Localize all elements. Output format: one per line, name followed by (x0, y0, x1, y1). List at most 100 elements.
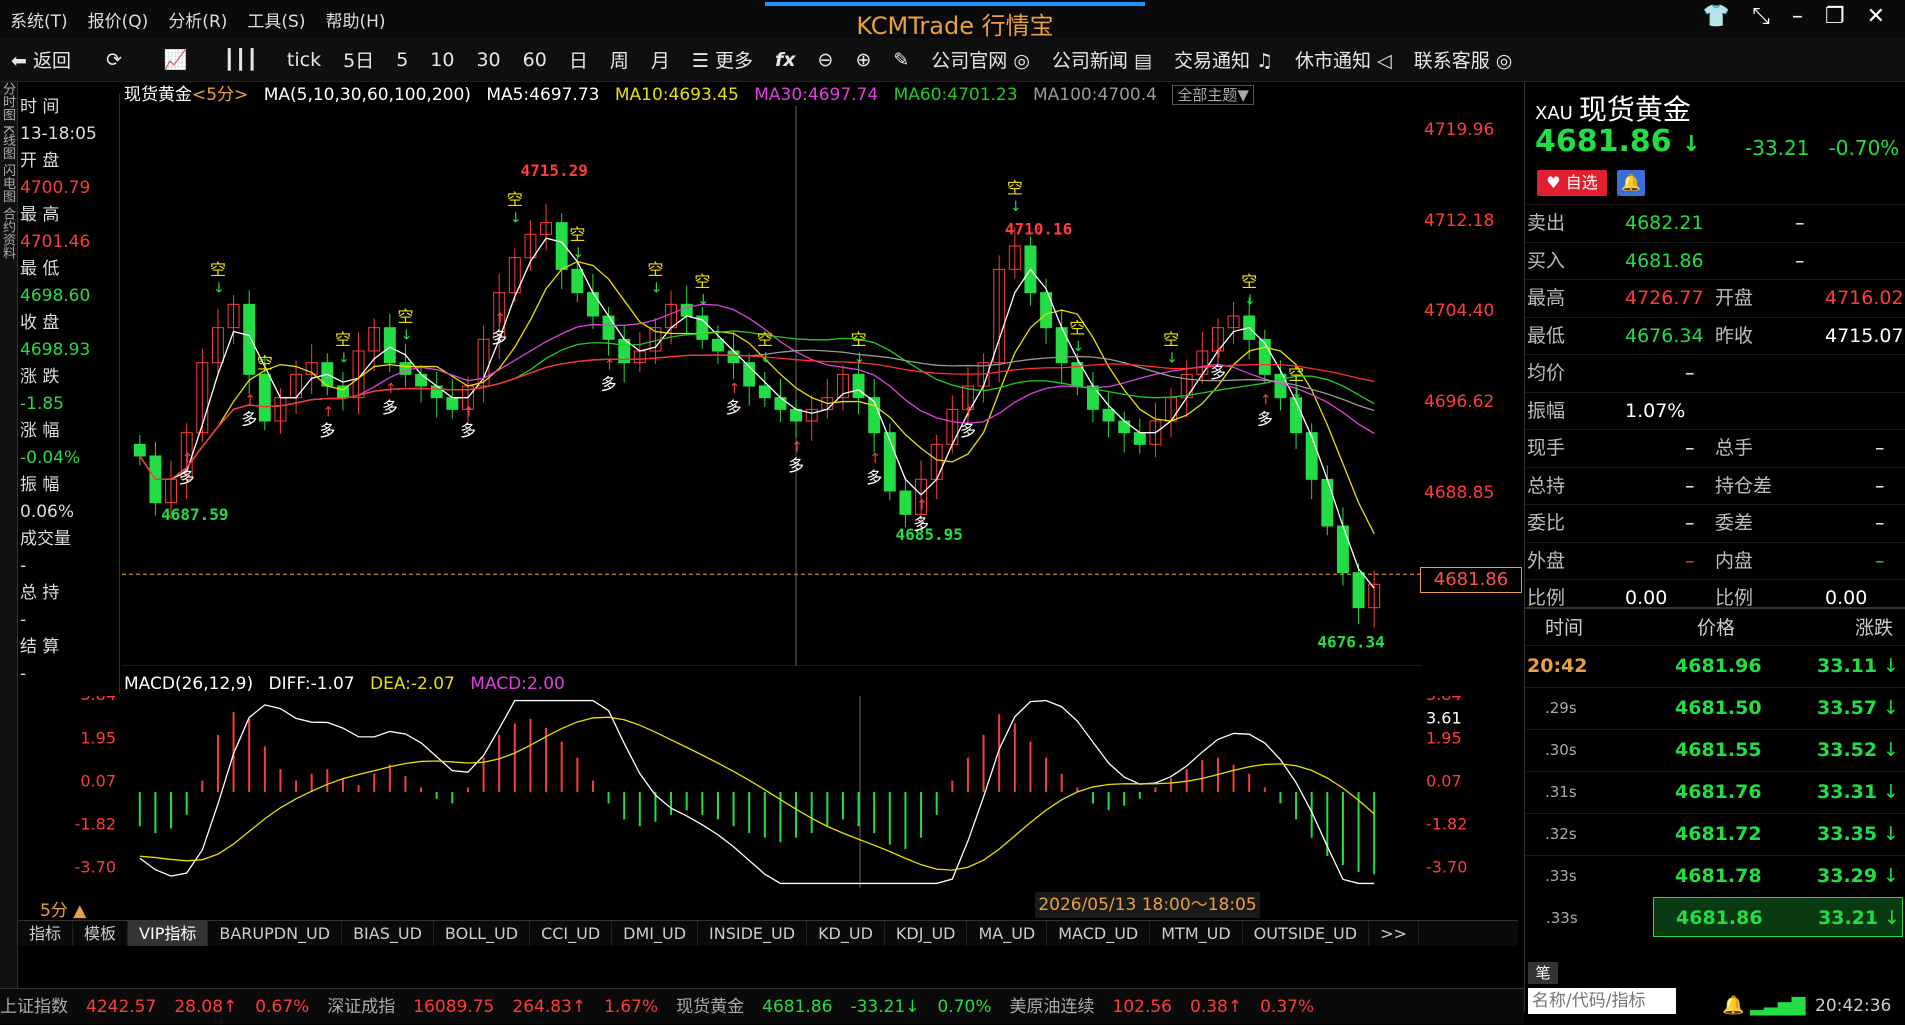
candle-body (790, 408, 803, 422)
add-watchlist-button[interactable]: ♥ 自选 (1537, 170, 1607, 196)
indicator-tab[interactable]: MA_UD (967, 921, 1048, 946)
quote-title: XAU 现货黄金 (1535, 88, 1691, 128)
indicator-tab[interactable]: INSIDE_UD (698, 921, 808, 946)
indicator-tab[interactable]: 模板 (73, 921, 129, 946)
candle-body (1118, 420, 1131, 434)
indicator-tab[interactable]: 指标 (18, 921, 74, 946)
sell-signal: 空 (1069, 319, 1085, 338)
tick-row: .33s 4681.86 33.21 ↓ (1546, 897, 1903, 937)
info-label: 开 盘 (20, 151, 60, 171)
alert-bell-icon[interactable]: 🔔 (1617, 170, 1645, 196)
status-name[interactable]: 深证成指 (327, 997, 395, 1017)
period-label[interactable]: 5分 ▲ (40, 896, 86, 921)
indicator-tab[interactable]: BOLL_UD (434, 921, 531, 946)
indicator-tab[interactable]: BIAS_UD (342, 921, 434, 946)
legend-theme-select[interactable]: 全部主题▼ (1172, 85, 1254, 105)
menu-system[interactable]: 系统(T) (0, 7, 78, 32)
info-label: 振 幅 (20, 475, 60, 495)
search-input[interactable] (1528, 988, 1676, 1014)
period-30min[interactable]: 30 (465, 49, 511, 71)
period-5day[interactable]: 5日 (332, 46, 385, 73)
link-support[interactable]: 联系客服 ◎ (1403, 46, 1524, 73)
quote-value: 1.07% (1625, 399, 1686, 422)
indicator-tab[interactable]: KD_UD (807, 921, 885, 946)
indicator-tab[interactable]: OUTSIDE_UD (1243, 921, 1370, 946)
link-website[interactable]: 公司官网 ◎ (920, 46, 1041, 73)
status-name[interactable]: 现货黄金 (676, 997, 744, 1017)
quote-label: 委比 (1527, 512, 1566, 534)
indicator-tab[interactable]: DMI_UD (612, 921, 699, 946)
macd-chart[interactable]: 3.84 3.84 1.95 1.95 0.07 0.07 -1.82 -1.82 -3.70 -… (18, 696, 1522, 888)
macd-axis-right: 1.95 (1426, 728, 1462, 747)
indicator-tab[interactable]: KDJ_UD (885, 921, 968, 946)
draw-icon[interactable]: ✎ (882, 49, 920, 71)
menu-help[interactable]: 帮助(H) (315, 7, 395, 32)
candle-body (133, 443, 146, 457)
more-button[interactable]: ☰ 更多 (681, 46, 764, 73)
sell-signal: 空 (851, 330, 867, 349)
formula-icon[interactable]: fx (764, 49, 807, 71)
period-month[interactable]: 月 (640, 46, 681, 73)
restore-icon[interactable]: ❐ (1825, 4, 1845, 29)
link-holiday-notice[interactable]: 休市通知 ◁ (1284, 46, 1403, 73)
period-10min[interactable]: 10 (419, 49, 465, 71)
quote-value: – (1685, 549, 1695, 572)
tick-price: 4681.50 (1675, 697, 1762, 719)
indicator-tab[interactable]: CCI_UD (530, 921, 613, 946)
low-label-3: 4676.34 (1317, 632, 1384, 651)
zoom-in-icon[interactable]: ⊕ (844, 49, 882, 71)
status-name[interactable]: 美原油连续 (1010, 997, 1095, 1017)
indicator-tab[interactable]: >> (1369, 921, 1419, 946)
period-5min[interactable]: 5 (385, 49, 419, 71)
period-day[interactable]: 日 (558, 46, 599, 73)
sell-arrow-icon: ↓ (760, 351, 772, 367)
tick-change: 33.11 (1817, 655, 1878, 677)
quote-label-2: 持仓差 (1715, 474, 1773, 497)
indicator-tab[interactable]: BARUPDN_UD (208, 921, 343, 946)
indicator-tab[interactable]: MACD_UD (1047, 921, 1151, 946)
skin-icon[interactable]: 👕 (1703, 4, 1730, 29)
refresh-icon[interactable]: ⟳ (82, 49, 146, 71)
close-icon[interactable]: ✕ (1867, 4, 1885, 29)
candle-body (243, 303, 256, 375)
status-pct: 0.70% (937, 997, 992, 1017)
link-news[interactable]: 公司新闻 ▤ (1041, 46, 1163, 73)
buy-signal: 多 (913, 515, 929, 534)
macd-legend: MACD(26,12,9) DIFF:-1.07 DEA:-2.07 MACD:… (124, 671, 575, 697)
menu-analysis[interactable]: 分析(R) (158, 7, 237, 32)
menu-quote[interactable]: 报价(Q) (78, 7, 159, 32)
status-name[interactable]: 上证指数 (0, 997, 68, 1017)
sell-arrow-icon: ↓ (572, 246, 584, 262)
sell-arrow-icon: ↓ (854, 351, 866, 367)
zoom-out-icon[interactable]: ⊖ (807, 49, 845, 71)
buy-arrow-icon: ↑ (244, 393, 256, 409)
candle-icon[interactable]: ┃┃┃ (206, 49, 276, 71)
legend-period[interactable]: <5分> (192, 85, 248, 105)
quote-value: – (1685, 437, 1695, 459)
quote-value: 4726.77 (1625, 287, 1704, 309)
link-trade-notice[interactable]: 交易通知 ♫ (1163, 46, 1284, 73)
back-button[interactable]: ⬅ 返回 (0, 46, 82, 73)
period-tick[interactable]: tick (276, 49, 332, 71)
minimize-icon[interactable]: – (1792, 4, 1803, 29)
period-week[interactable]: 周 (599, 46, 640, 73)
menu-tools[interactable]: 工具(S) (237, 7, 315, 32)
indicator-tab[interactable]: MTM_UD (1150, 921, 1243, 946)
tick-price: 4681.72 (1675, 823, 1762, 845)
period-60min[interactable]: 60 (512, 49, 558, 71)
view-switcher-strip[interactable]: 分时图 K线图 闪电图 合约资料 (0, 82, 18, 1012)
sell-arrow-icon: ↓ (400, 327, 412, 343)
quote-label: 均价 (1527, 362, 1566, 384)
candlestick-chart[interactable]: 4715.294710.164687.594685.954676.34空↓空↓空… (122, 106, 1422, 666)
macd-axis-left: -1.82 (75, 815, 116, 834)
candle-body (1305, 432, 1318, 480)
candle-body (571, 268, 584, 294)
indicator-tab[interactable]: VIP指标 (128, 921, 209, 946)
candle-body (1258, 338, 1271, 375)
draw-stroke-button[interactable]: 笔 (1528, 962, 1558, 984)
buy-arrow-icon: ↑ (916, 498, 928, 514)
shrink-icon[interactable]: ⤡ (1752, 4, 1770, 29)
tick-price: 4681.55 (1675, 739, 1762, 761)
line-chart-icon[interactable]: 📈 (146, 48, 206, 71)
legend-ma-params: MA(5,10,30,60,100,200) (263, 85, 471, 105)
